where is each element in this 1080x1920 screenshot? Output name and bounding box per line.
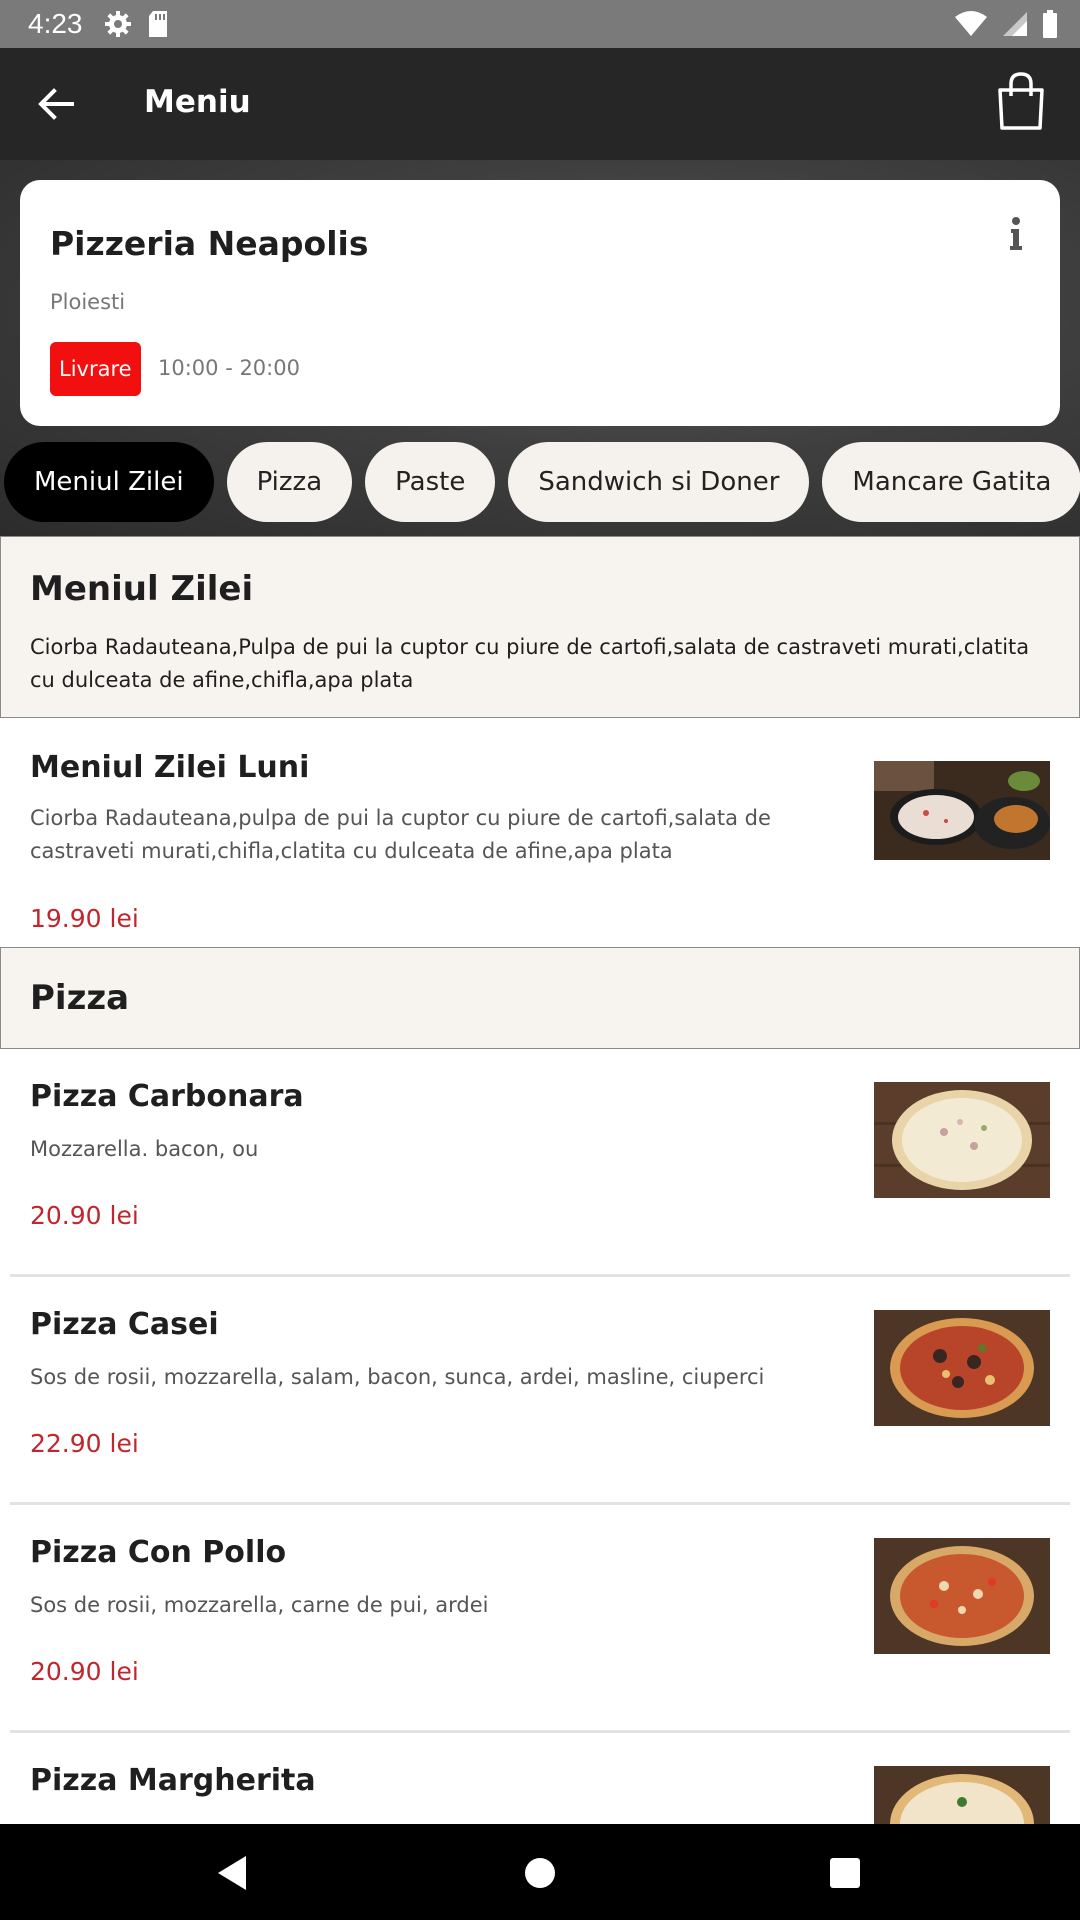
item-image: [874, 761, 1050, 860]
item-price: 20.90 lei: [30, 1657, 139, 1686]
restaurant-name: Pizzeria Neapolis: [50, 224, 369, 263]
item-name: Pizza Carbonara: [30, 1079, 304, 1114]
menu-item[interactable]: Pizza Con Pollo Sos de rosii, mozzarella…: [0, 1505, 1080, 1730]
item-description: Sos de rosii, mozzarella, salam, bacon, …: [30, 1365, 765, 1389]
arrow-left-icon: [38, 88, 74, 120]
menu-item[interactable]: Pizza Casei Sos de rosii, mozzarella, sa…: [0, 1277, 1080, 1502]
item-name: Meniul Zilei Luni: [30, 750, 310, 785]
section-description: Ciorba Radauteana,Pulpa de pui la cuptor…: [30, 635, 1030, 692]
section-header-meniul-zilei: Meniul Zilei Ciorba Radauteana,Pulpa de …: [0, 536, 1080, 718]
page-title: Meniu: [144, 84, 251, 120]
opening-hours: 10:00 - 20:00: [158, 356, 300, 380]
status-bar: 4:23: [0, 0, 1080, 48]
section-header-pizza: Pizza: [0, 947, 1080, 1049]
item-price: 20.90 lei: [30, 1201, 139, 1230]
item-description: Mozzarella. bacon, ou: [30, 1137, 259, 1161]
tab-mancare-gatita[interactable]: Mancare Gatita: [822, 442, 1080, 522]
system-nav-bar: [0, 1824, 1080, 1920]
item-description: Ciorba Radauteana,pulpa de pui la cuptor…: [30, 806, 771, 863]
item-image: [874, 1538, 1050, 1654]
tab-pizza[interactable]: Pizza: [226, 442, 353, 522]
delivery-badge: Livrare: [50, 342, 141, 396]
menu-item[interactable]: Meniul Zilei Luni Ciorba Radauteana,pulp…: [0, 718, 1080, 945]
tab-meniul-zilei[interactable]: Meniul Zilei: [4, 442, 214, 522]
sd-card-icon: [149, 11, 167, 37]
item-image: [874, 1082, 1050, 1198]
settings-icon: [105, 11, 131, 37]
battery-icon: [1043, 10, 1057, 38]
item-name: Pizza Con Pollo: [30, 1535, 287, 1570]
restaurant-info-card: Pizzeria Neapolis Ploiesti Livrare 10:00…: [20, 180, 1060, 426]
item-image: [874, 1766, 1050, 1824]
wifi-icon: [955, 11, 987, 36]
item-name: Pizza Casei: [30, 1307, 219, 1342]
nav-recents-icon[interactable]: [822, 1850, 868, 1896]
menu-item[interactable]: Pizza Carbonara Mozzarella. bacon, ou 20…: [0, 1049, 1080, 1274]
tab-paste[interactable]: Paste: [365, 442, 496, 522]
item-price: 22.90 lei: [30, 1429, 139, 1458]
info-icon: [1010, 217, 1022, 250]
section-title: Meniul Zilei: [30, 569, 254, 609]
info-button[interactable]: [1006, 216, 1026, 252]
tab-sandwich-si-doner[interactable]: Sandwich si Doner: [508, 442, 810, 522]
nav-back-icon[interactable]: [210, 1850, 256, 1896]
back-button[interactable]: [28, 76, 84, 132]
app-bar: Meniu: [0, 48, 1080, 160]
item-description: Sos de rosii, mozzarella, carne de pui, …: [30, 1593, 489, 1617]
shopping-bag-icon: [998, 72, 1044, 130]
section-title: Pizza: [30, 978, 130, 1018]
status-time: 4:23: [28, 8, 83, 39]
cart-button[interactable]: [996, 72, 1052, 136]
menu-item[interactable]: Pizza Margherita: [0, 1733, 1080, 1824]
category-tabs: Meniul Zilei Pizza Paste Sandwich si Don…: [4, 442, 1080, 522]
item-name: Pizza Margherita: [30, 1763, 316, 1798]
item-price: 19.90 lei: [30, 904, 139, 933]
cell-signal-icon: [1003, 12, 1027, 36]
nav-home-icon[interactable]: [517, 1850, 563, 1896]
restaurant-city: Ploiesti: [50, 290, 126, 314]
item-image: [874, 1310, 1050, 1426]
